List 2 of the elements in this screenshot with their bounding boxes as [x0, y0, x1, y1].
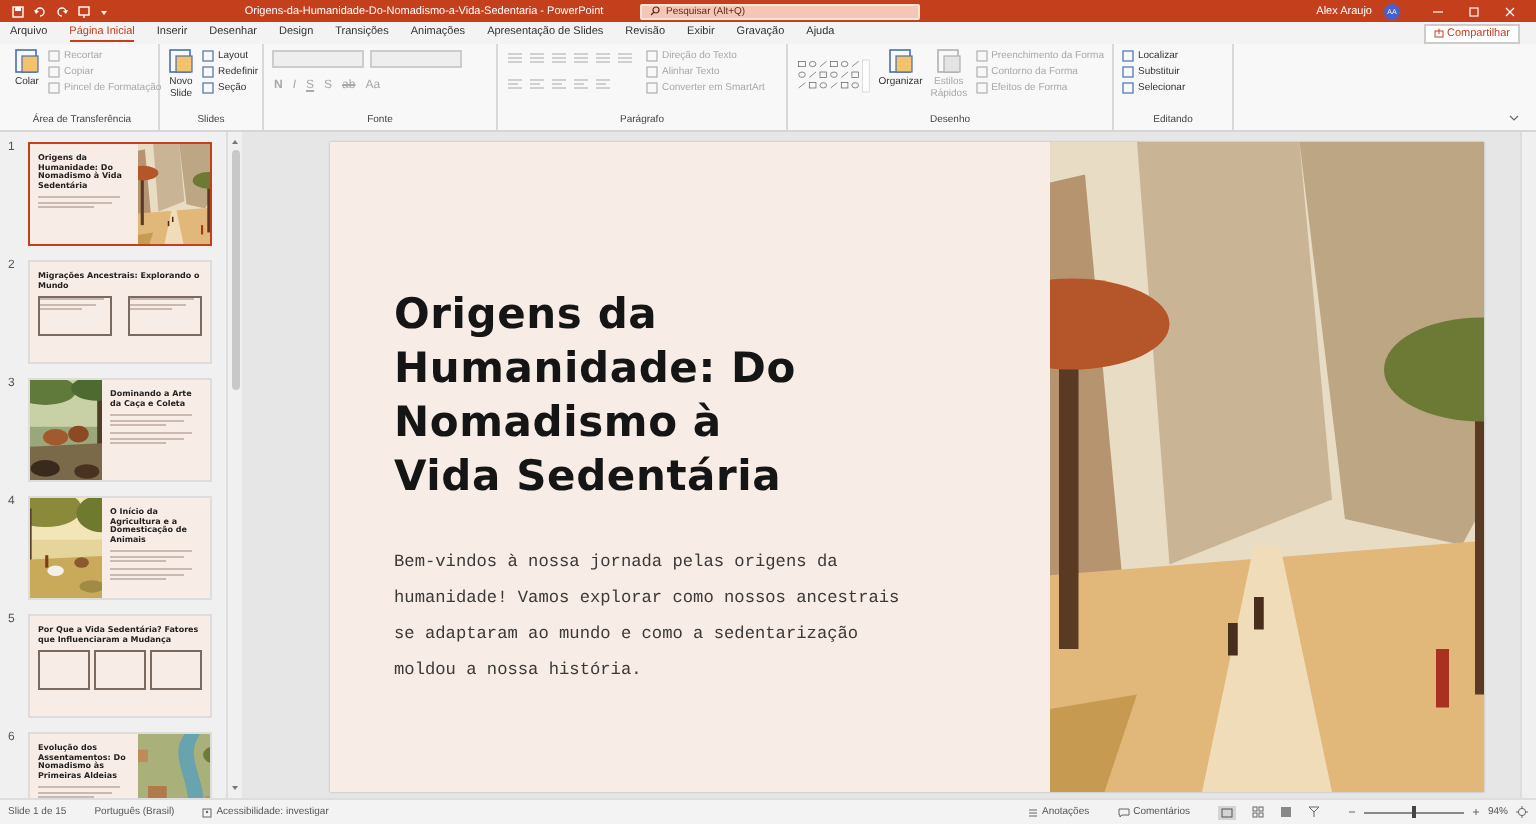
slide-title: Origens da Humanidade: Do Nomadismo à Vida Sedentária: [394, 287, 798, 503]
slide-body-text: Bem-vindos à nossa jornada pelas origens da humanidade! Vamos explorar como nossos ancestrais se adaptaram ao mundo e como a sedentarização moldou a nossa história.: [394, 549, 902, 683]
